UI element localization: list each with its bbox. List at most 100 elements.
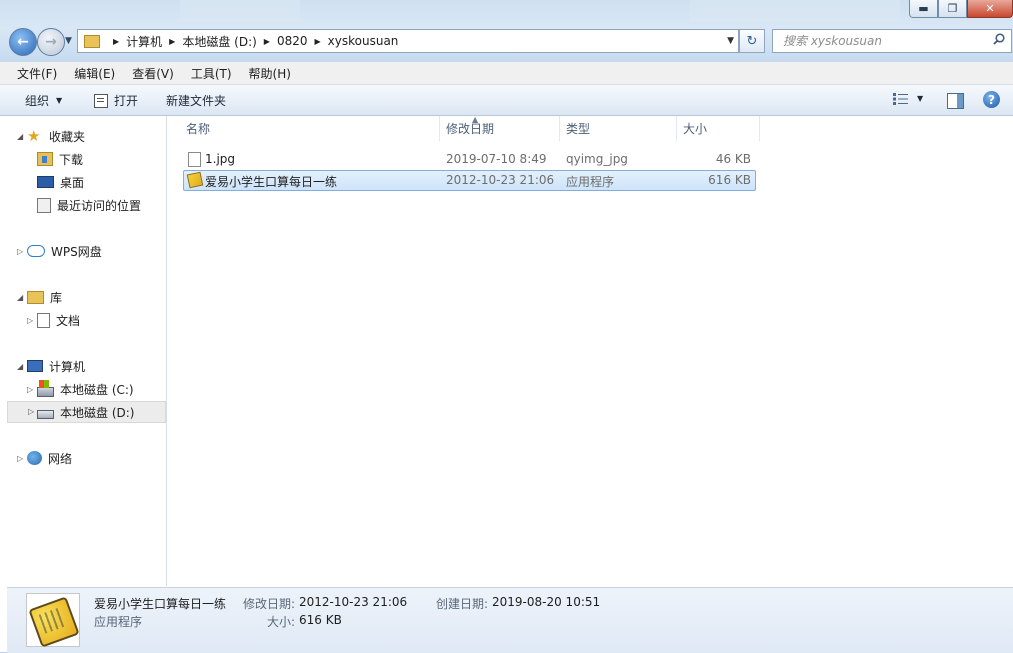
menu-bar: 文件(F) 编辑(E) 查看(V) 工具(T) 帮助(H) — [0, 62, 1013, 85]
title-frame: ▬ ❐ ✕ ← → ▼ ▶ 计算机 ▶ 本地磁盘 (D:) ▶ 0820 ▶ x… — [0, 0, 1013, 62]
address-bar[interactable]: ▶ 计算机 ▶ 本地磁盘 (D:) ▶ 0820 ▶ xyskousuan ▼ — [77, 29, 739, 53]
column-header-type[interactable]: 类型 — [560, 116, 677, 141]
window-controls: ▬ ❐ ✕ — [909, 0, 1013, 18]
nav-label: 收藏夹 — [49, 129, 86, 144]
nav-recent[interactable]: 最近访问的位置 — [37, 195, 141, 215]
preview-pane-icon[interactable] — [947, 93, 964, 109]
recent-pages-dropdown[interactable]: ▼ — [65, 36, 72, 46]
expand-arrow-icon[interactable]: ▷ — [27, 385, 33, 394]
nav-documents[interactable]: 文档 — [37, 310, 80, 330]
organize-label: 组织 — [25, 94, 50, 108]
star-icon: ★ — [27, 127, 41, 145]
menu-edit[interactable]: 编辑(E) — [67, 65, 122, 82]
column-header-date[interactable]: 修改日期 — [440, 116, 560, 141]
close-button[interactable]: ✕ — [967, 0, 1013, 18]
chevron-right-icon[interactable]: ▶ — [264, 37, 270, 46]
menu-view[interactable]: 查看(V) — [125, 65, 181, 82]
arrow-left-icon: ← — [17, 34, 29, 50]
open-button[interactable]: 打开 — [94, 92, 138, 109]
nav-label: WPS网盘 — [51, 244, 102, 259]
column-header-size[interactable]: 大小 — [677, 116, 760, 141]
library-icon — [27, 290, 44, 304]
column-header-name[interactable]: 名称 — [180, 116, 440, 141]
minimize-button[interactable]: ▬ — [909, 0, 938, 18]
application-icon — [26, 593, 80, 648]
chevron-right-icon[interactable]: ▶ — [169, 37, 175, 46]
details-modified-label: 修改日期: — [243, 597, 296, 611]
chevron-down-icon[interactable]: ▼ — [917, 94, 923, 103]
details-size-label: 大小: — [267, 615, 296, 629]
organize-button[interactable]: 组织 ▼ — [25, 92, 62, 109]
nav-label: 库 — [50, 290, 63, 305]
nav-downloads[interactable]: 下载 — [37, 149, 83, 169]
details-created-label: 创建日期: — [436, 597, 489, 611]
refresh-button[interactable]: ↻ — [739, 29, 765, 53]
nav-network[interactable]: 网络 — [27, 448, 72, 468]
collapse-arrow-icon[interactable]: ◢ — [17, 293, 23, 302]
expand-arrow-icon[interactable]: ▷ — [17, 247, 23, 256]
frame-blur — [690, 0, 900, 22]
collapse-arrow-icon[interactable]: ◢ — [17, 132, 23, 141]
network-icon — [27, 451, 42, 465]
new-folder-label: 新建文件夹 — [166, 94, 227, 108]
view-options-icon[interactable] — [893, 93, 908, 105]
details-created-value: 2019-08-20 10:51 — [492, 595, 601, 609]
computer-icon — [27, 360, 43, 372]
breadcrumb-xyskousuan[interactable]: xyskousuan — [328, 34, 399, 48]
menu-tools[interactable]: 工具(T) — [184, 65, 239, 82]
refresh-icon: ↻ — [746, 33, 758, 49]
menu-help[interactable]: 帮助(H) — [242, 65, 298, 82]
downloads-folder-icon — [37, 152, 53, 166]
maximize-button[interactable]: ❐ — [938, 0, 967, 18]
nav-computer[interactable]: 计算机 — [27, 356, 85, 376]
expand-arrow-icon[interactable]: ▷ — [17, 454, 23, 463]
nav-favorites[interactable]: ★ 收藏夹 — [27, 126, 85, 146]
application-icon — [186, 171, 204, 189]
nav-label: 本地磁盘 (D:) — [60, 405, 135, 420]
cloud-icon — [27, 245, 45, 257]
nav-libraries[interactable]: 库 — [27, 287, 62, 307]
breadcrumb-drive-d[interactable]: 本地磁盘 (D:) — [182, 33, 256, 50]
file-size: 616 KB — [708, 173, 751, 187]
search-input[interactable] — [781, 33, 985, 49]
file-name: 爱易小学生口算每日一练 — [205, 175, 338, 189]
file-row[interactable]: 1.jpg 2019-07-10 8:49 qyimg_jpg 46 KB — [183, 149, 756, 170]
expand-arrow-icon[interactable]: ▷ — [27, 316, 33, 325]
nav-label: 文档 — [56, 313, 81, 328]
file-date: 2019-07-10 8:49 — [446, 152, 547, 166]
search-box[interactable] — [772, 29, 1012, 53]
nav-drive-c[interactable]: 本地磁盘 (C:) — [37, 379, 134, 399]
image-file-icon — [188, 152, 201, 167]
chevron-right-icon[interactable]: ▶ — [315, 37, 321, 46]
nav-label: 最近访问的位置 — [57, 198, 142, 213]
new-folder-button[interactable]: 新建文件夹 — [166, 92, 226, 109]
file-name: 1.jpg — [205, 152, 236, 166]
nav-wps[interactable]: WPS网盘 — [27, 241, 102, 261]
breadcrumb-computer[interactable]: 计算机 — [126, 33, 162, 50]
expand-arrow-icon[interactable]: ▷ — [28, 407, 34, 416]
file-date: 2012-10-23 21:06 — [446, 173, 555, 187]
nav-desktop[interactable]: 桌面 — [37, 172, 84, 192]
collapse-arrow-icon[interactable]: ◢ — [17, 362, 23, 371]
details-size-value: 616 KB — [299, 613, 342, 627]
file-list: ▲ 名称 修改日期 类型 大小 1.jpg 2019-07-10 8:49 qy… — [167, 115, 1013, 586]
system-drive-icon — [37, 380, 54, 397]
breadcrumb-0820[interactable]: 0820 — [277, 34, 308, 48]
details-file-kind: 应用程序 — [94, 615, 143, 629]
explorer-window: ▬ ❐ ✕ ← → ▼ ▶ 计算机 ▶ 本地磁盘 (D:) ▶ 0820 ▶ x… — [0, 0, 1013, 653]
file-row-selected[interactable]: 爱易小学生口算每日一练 2012-10-23 21:06 应用程序 616 KB — [183, 170, 756, 191]
document-icon — [37, 312, 50, 328]
help-icon[interactable]: ? — [983, 91, 1000, 108]
chevron-right-icon[interactable]: ▶ — [113, 37, 119, 46]
forward-button[interactable]: → — [37, 28, 65, 56]
search-icon[interactable] — [993, 33, 1005, 45]
nav-label: 网络 — [48, 451, 73, 466]
nav-drive-d[interactable]: ▷ 本地磁盘 (D:) — [7, 401, 166, 423]
menu-file[interactable]: 文件(F) — [10, 65, 64, 82]
back-button[interactable]: ← — [9, 28, 37, 56]
file-type: 应用程序 — [566, 175, 615, 189]
navigation-pane: ◢ ★ 收藏夹 下载 桌面 最近访问的位置 ▷ WPS网盘 ◢ 库 ▷ 文档 ◢… — [7, 116, 167, 586]
chevron-down-icon[interactable]: ▼ — [727, 36, 734, 46]
open-label: 打开 — [114, 94, 139, 108]
nav-label: 计算机 — [49, 359, 86, 374]
